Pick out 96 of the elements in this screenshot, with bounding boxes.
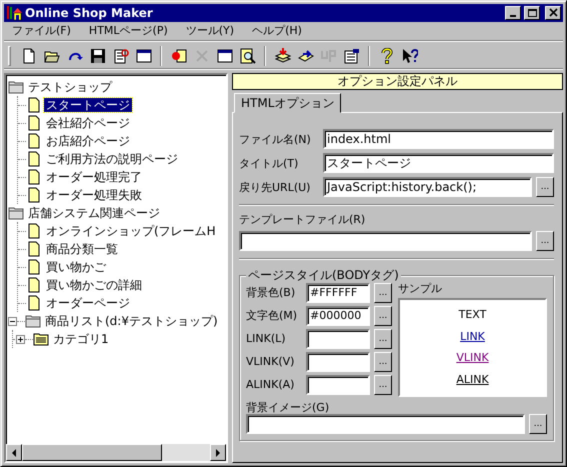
tree-item[interactable]: スタートページ: [44, 98, 132, 112]
field-label: LINK(L): [246, 332, 287, 346]
field-label: VLINK(V): [246, 355, 296, 369]
folder-icon: [8, 205, 24, 221]
text-field[interactable]: スタートページ: [323, 153, 554, 174]
page-icon: [26, 151, 42, 167]
page-icon: [26, 277, 42, 293]
text-field[interactable]: #000000: [306, 306, 370, 326]
menu-item[interactable]: ファイル(F): [4, 23, 81, 39]
insert-page-icon: [170, 48, 186, 64]
page-icon: [26, 259, 42, 275]
text-field[interactable]: [239, 230, 532, 251]
group-legend: ページスタイル(BODYタグ): [246, 268, 401, 282]
text-field[interactable]: index.html: [323, 129, 554, 150]
tree-item[interactable]: 買い物かごの詳細: [44, 278, 144, 292]
close-button[interactable]: [545, 6, 561, 20]
field-label: ALINK(A): [246, 378, 296, 392]
page-icon: [26, 169, 42, 185]
window-icon: [216, 48, 232, 64]
browse-button[interactable]: ...: [374, 375, 392, 396]
menu-item[interactable]: ツール(Y): [178, 23, 244, 39]
tree-item[interactable]: 会社紹介ページ: [44, 116, 132, 130]
expander-toggle[interactable]: [8, 316, 17, 326]
minimize-button[interactable]: [505, 6, 521, 20]
field-label: 背景イメージ(G): [246, 400, 330, 414]
plus-icon: [17, 336, 24, 342]
tree-item[interactable]: 店舗システム関連ページ: [26, 206, 162, 220]
sample-text: TEXT: [458, 308, 486, 322]
tree-item[interactable]: お店紹介ページ: [44, 134, 132, 148]
minimize-icon: [508, 14, 518, 18]
save-icon: [90, 48, 106, 64]
expander-toggle[interactable]: [16, 334, 25, 344]
browse-button[interactable]: ...: [374, 352, 392, 372]
field-label: 戻り先URL(U): [239, 180, 312, 194]
left-arrow-icon[interactable]: [11, 448, 17, 456]
field-label: テンプレートファイル(R): [239, 213, 366, 227]
field-label: ファイル名(N): [239, 132, 312, 146]
browse-button[interactable]: ...: [374, 283, 392, 304]
sample-label: サンプル: [398, 282, 442, 295]
menu-item[interactable]: HTMLページ(P): [80, 23, 178, 39]
text-field[interactable]: [306, 352, 370, 372]
new-document-icon: [20, 48, 36, 64]
text-field[interactable]: [246, 414, 525, 434]
text-field[interactable]: #FFFFFF: [306, 283, 370, 304]
text-field[interactable]: JavaScript:history.back();: [323, 177, 532, 198]
page-icon: [26, 187, 42, 203]
tree-item[interactable]: テストショップ: [26, 80, 114, 94]
folder-icon: [33, 331, 49, 347]
tree-item[interactable]: オンラインショップ(フレームH: [44, 224, 218, 238]
right-arrow-icon[interactable]: [215, 448, 221, 456]
scrollbar-thumb[interactable]: [22, 444, 162, 461]
card-arrow-icon: [298, 48, 314, 64]
close-icon: [548, 8, 558, 18]
window-icon: [136, 48, 152, 64]
folder-icon: [25, 313, 41, 329]
folder-icon: [8, 79, 24, 95]
context-help-icon: [402, 48, 418, 64]
window-title: Online Shop Maker: [25, 6, 154, 20]
document-edit-icon: [112, 48, 128, 64]
page-icon: [26, 223, 42, 239]
stack-icon: [274, 48, 290, 64]
page-icon: [26, 115, 42, 131]
tree-item[interactable]: 商品分類一覧: [44, 242, 120, 256]
up-icon: [320, 48, 336, 64]
text-field[interactable]: [306, 375, 370, 396]
page-icon: [26, 295, 42, 311]
tree-item[interactable]: オーダーページ: [44, 296, 132, 310]
field-label: 文字色(M): [246, 309, 298, 323]
field-label: タイトル(T): [239, 156, 300, 170]
browse-button[interactable]: ...: [374, 329, 392, 350]
page-icon: [26, 97, 42, 113]
preview-icon: [240, 48, 256, 64]
browse-button[interactable]: ...: [529, 414, 547, 434]
tree-item[interactable]: オーダー処理完了: [44, 170, 144, 184]
tree-item[interactable]: オーダー処理失敗: [44, 188, 144, 202]
help-icon: [378, 48, 394, 64]
panel-header: オプション設定パネル: [232, 73, 563, 90]
browse-button[interactable]: ...: [536, 177, 554, 198]
field-label: 背景色(B): [246, 286, 296, 300]
maximize-icon: [526, 8, 538, 18]
maximize-button[interactable]: [524, 6, 540, 20]
browse-button[interactable]: ...: [536, 230, 554, 251]
tree-item[interactable]: カテゴリ1: [51, 332, 111, 346]
app-icon: [6, 5, 22, 21]
properties-icon: [344, 48, 360, 64]
text-field[interactable]: [306, 329, 370, 350]
tree-item[interactable]: 買い物かご: [44, 260, 108, 274]
delete-icon: [194, 48, 210, 64]
menu-item[interactable]: ヘルプ(H): [244, 23, 312, 39]
page-icon: [26, 133, 42, 149]
horizontal-scrollbar[interactable]: [6, 444, 226, 461]
tree-item[interactable]: 商品リスト(d:¥テストショップ): [43, 314, 220, 328]
tree-item[interactable]: ご利用方法の説明ページ: [44, 152, 180, 166]
tab[interactable]: HTMLオプション: [234, 93, 342, 114]
page-icon: [26, 241, 42, 257]
browse-button[interactable]: ...: [374, 306, 392, 326]
